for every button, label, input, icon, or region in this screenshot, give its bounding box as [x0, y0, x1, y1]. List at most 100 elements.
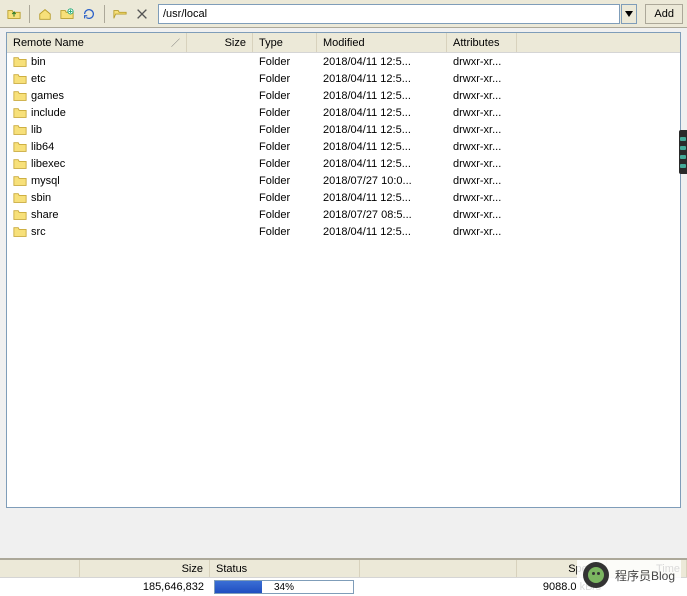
table-row[interactable]: sbinFolder2018/04/11 12:5...drwxr-xr... [7, 189, 680, 206]
separator [29, 5, 30, 23]
transfer-cell-size: 185,646,832 [80, 581, 210, 593]
cell-modified: 2018/04/11 12:5... [317, 124, 447, 136]
file-rows[interactable]: binFolder2018/04/11 12:5...drwxr-xr...et… [7, 53, 680, 507]
cell-attributes: drwxr-xr... [447, 226, 517, 238]
separator [104, 5, 105, 23]
table-row[interactable]: shareFolder2018/07/27 08:5...drwxr-xr... [7, 206, 680, 223]
cell-type: Folder [253, 107, 317, 119]
file-name: sbin [31, 192, 51, 204]
file-name: lib [31, 124, 42, 136]
cell-attributes: drwxr-xr... [447, 56, 517, 68]
add-button[interactable]: Add [645, 4, 683, 24]
cell-modified: 2018/04/11 12:5... [317, 90, 447, 102]
folder-icon [13, 157, 27, 171]
file-name: share [31, 209, 59, 221]
file-name: games [31, 90, 64, 102]
cell-name: lib64 [7, 140, 187, 154]
cell-modified: 2018/04/11 12:5... [317, 73, 447, 85]
cell-attributes: drwxr-xr... [447, 73, 517, 85]
cell-name: games [7, 89, 187, 103]
table-row[interactable]: libexecFolder2018/04/11 12:5...drwxr-xr.… [7, 155, 680, 172]
transfer-row[interactable]: 185,646,832 34% 9088.0 kB/s [0, 578, 687, 596]
table-row[interactable]: mysqlFolder2018/07/27 10:0...drwxr-xr... [7, 172, 680, 189]
transfer-col-status[interactable]: Status [210, 560, 360, 577]
cell-modified: 2018/04/11 12:5... [317, 141, 447, 153]
progress-bar: 34% [214, 580, 354, 594]
file-name: mysql [31, 175, 60, 187]
column-header-name[interactable]: Remote Name ／ [7, 33, 187, 52]
folder-icon [13, 55, 27, 69]
column-header-size[interactable]: Size [187, 33, 253, 52]
cell-type: Folder [253, 226, 317, 238]
file-name: lib64 [31, 141, 54, 153]
file-name: libexec [31, 158, 65, 170]
cell-attributes: drwxr-xr... [447, 209, 517, 221]
table-row[interactable]: games Folder2018/04/11 12:5...drwxr-xr... [7, 87, 680, 104]
table-row[interactable]: srcFolder2018/04/11 12:5...drwxr-xr... [7, 223, 680, 240]
table-row[interactable]: etcFolder2018/04/11 12:5...drwxr-xr... [7, 70, 680, 87]
cell-attributes: drwxr-xr... [447, 124, 517, 136]
path-input[interactable] [158, 4, 620, 24]
cell-type: Folder [253, 124, 317, 136]
cell-type: Folder [253, 56, 317, 68]
open-folder-button[interactable] [110, 4, 130, 24]
new-folder-button[interactable] [57, 4, 77, 24]
folder-icon [13, 191, 27, 205]
column-header-modified[interactable]: Modified [317, 33, 447, 52]
cell-name: include [7, 106, 187, 120]
folder-icon [13, 72, 27, 86]
folder-icon [13, 174, 27, 188]
folder-icon [13, 123, 27, 137]
cell-modified: 2018/07/27 10:0... [317, 175, 447, 187]
cell-attributes: drwxr-xr... [447, 141, 517, 153]
home-icon [38, 7, 52, 21]
sort-ascending-icon: ／ [171, 36, 180, 49]
table-row[interactable]: lib Folder2018/04/11 12:5...drwxr-xr... [7, 121, 680, 138]
column-header-type[interactable]: Type [253, 33, 317, 52]
cell-modified: 2018/04/11 12:5... [317, 158, 447, 170]
cell-attributes: drwxr-xr... [447, 90, 517, 102]
cell-type: Folder [253, 73, 317, 85]
path-dropdown-button[interactable] [621, 4, 637, 24]
home-button[interactable] [35, 4, 55, 24]
table-row[interactable]: lib64 Folder2018/04/11 12:5...drwxr-xr... [7, 138, 680, 155]
cell-type: Folder [253, 175, 317, 187]
folder-icon [13, 208, 27, 222]
up-folder-button[interactable] [4, 4, 24, 24]
cell-name: mysql [7, 174, 187, 188]
cell-modified: 2018/04/11 12:5... [317, 107, 447, 119]
toolbar: Add [0, 0, 687, 28]
file-name: src [31, 226, 46, 238]
refresh-icon [82, 7, 96, 21]
file-column-header: Remote Name ／ Size Type Modified Attribu… [7, 33, 680, 53]
file-panel: Remote Name ／ Size Type Modified Attribu… [6, 32, 681, 508]
chevron-down-icon [625, 11, 633, 17]
refresh-button[interactable] [79, 4, 99, 24]
table-row[interactable]: binFolder2018/04/11 12:5...drwxr-xr... [7, 53, 680, 70]
cell-attributes: drwxr-xr... [447, 192, 517, 204]
transfer-col-name[interactable] [0, 560, 80, 577]
table-row[interactable]: include Folder2018/04/11 12:5...drwxr-xr.… [7, 104, 680, 121]
cell-type: Folder [253, 192, 317, 204]
delete-button[interactable] [132, 4, 152, 24]
transfer-col-spacer [360, 560, 517, 577]
cell-name: src [7, 225, 187, 239]
cell-modified: 2018/04/11 12:5... [317, 56, 447, 68]
column-header-label: Remote Name [13, 37, 84, 49]
cell-name: share [7, 208, 187, 222]
cell-type: Folder [253, 141, 317, 153]
file-name: include [31, 107, 66, 119]
transfer-col-speed[interactable]: Speed [517, 560, 607, 577]
cell-attributes: drwxr-xr... [447, 107, 517, 119]
transfer-col-size[interactable]: Size [80, 560, 210, 577]
transfer-cell-speed: 9088.0 kB/s [517, 581, 607, 593]
transfer-col-time[interactable]: Time [607, 560, 687, 577]
column-header-attributes[interactable]: Attributes [447, 33, 517, 52]
cell-type: Folder [253, 158, 317, 170]
cell-name: libexec [7, 157, 187, 171]
folder-icon [13, 106, 27, 120]
cell-type: Folder [253, 90, 317, 102]
folder-icon [13, 89, 27, 103]
transfer-cell-status: 34% [210, 578, 360, 596]
folder-icon [13, 140, 27, 154]
